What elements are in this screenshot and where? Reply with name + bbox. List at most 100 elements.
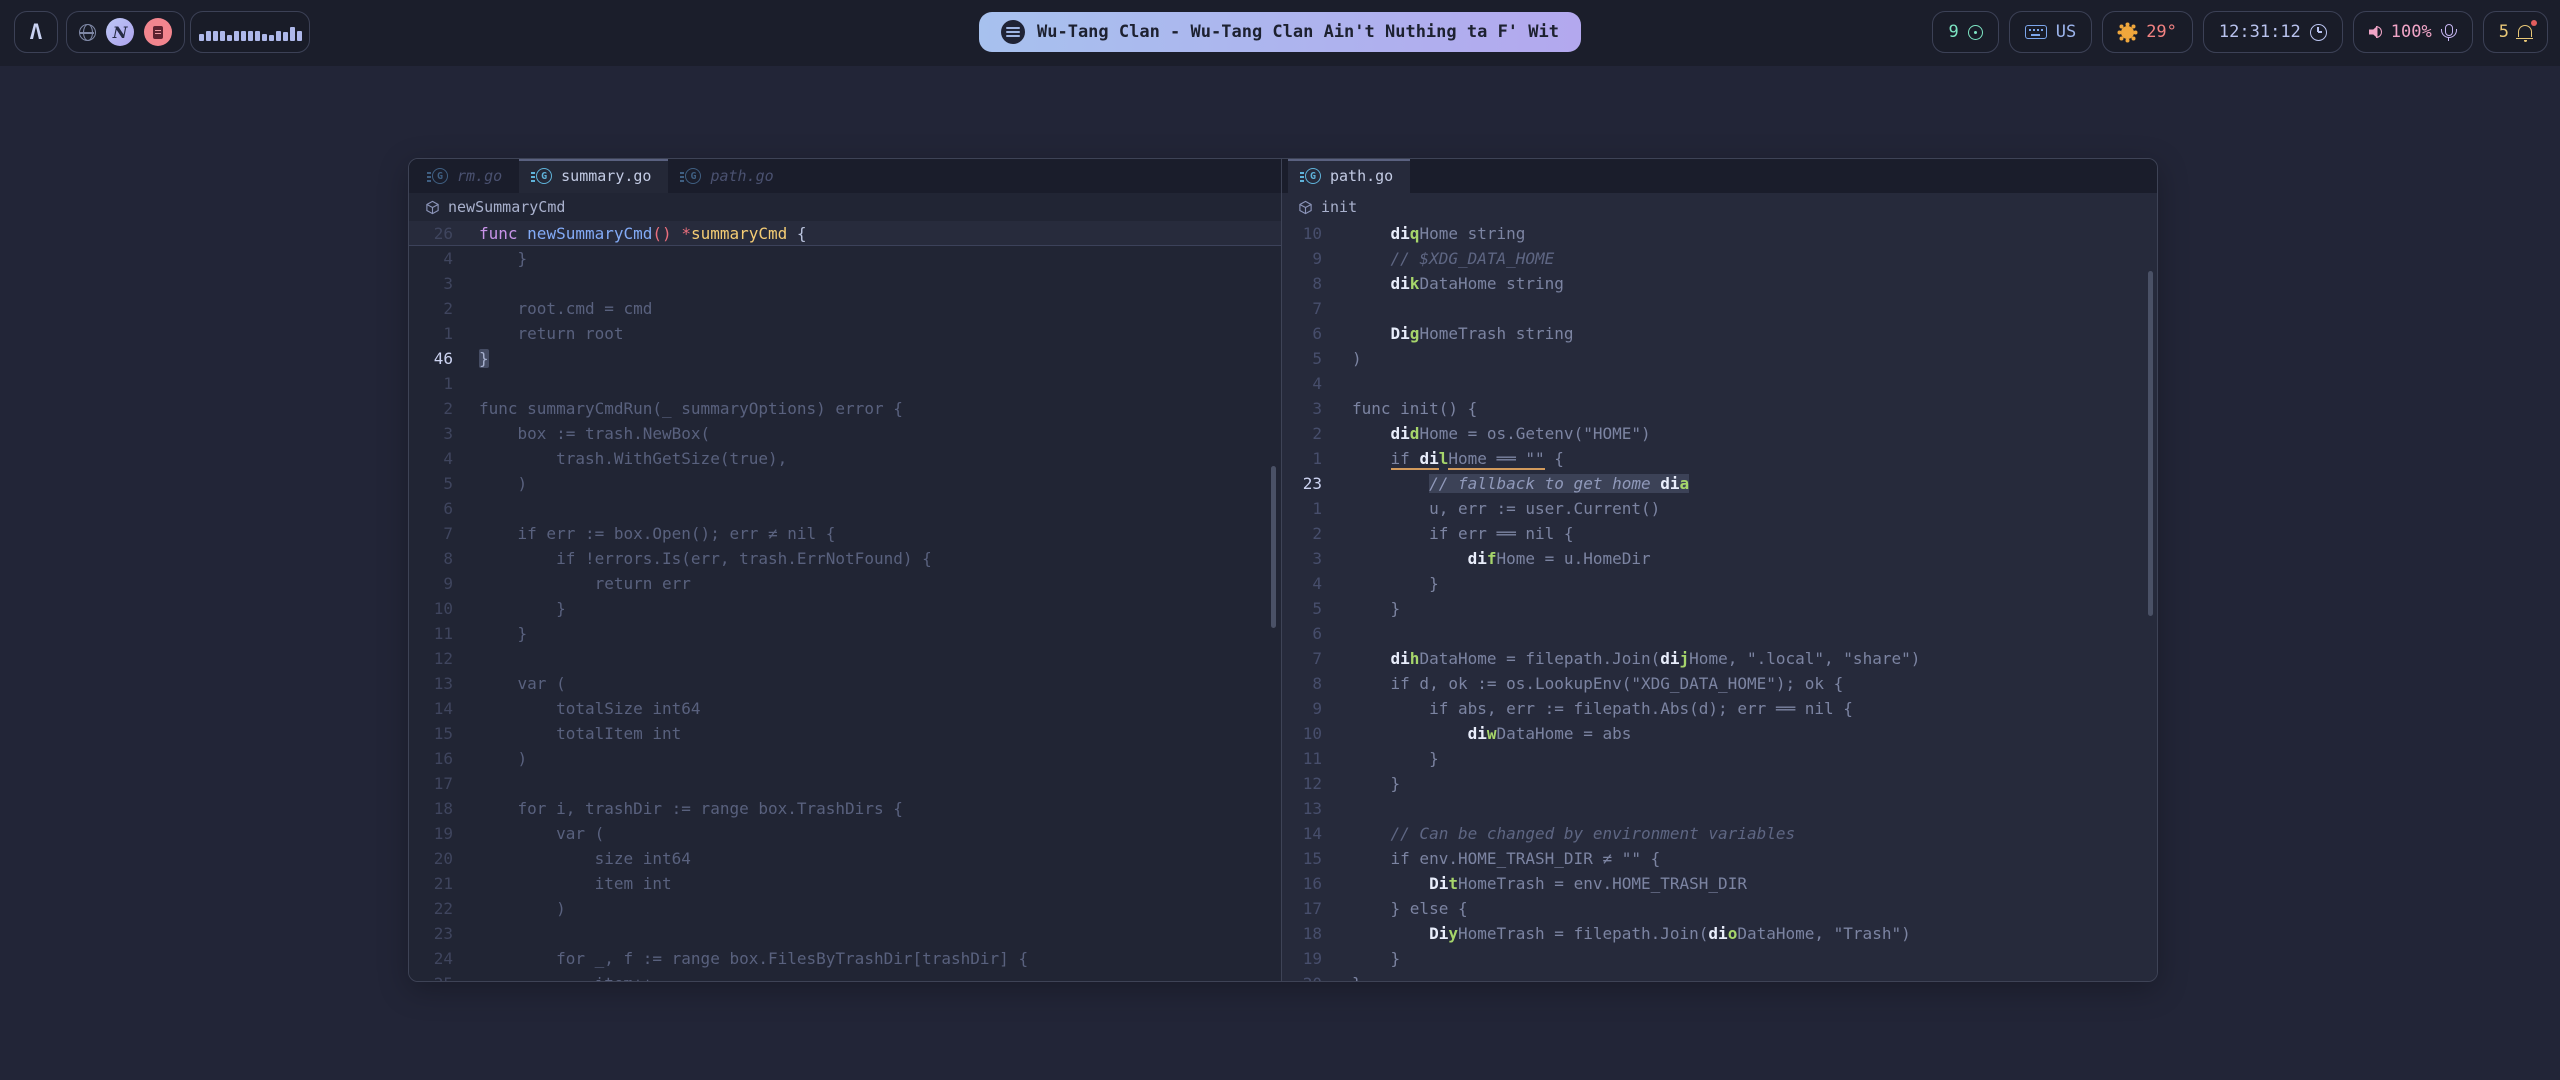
audio-visualizer-module[interactable] <box>190 11 310 53</box>
right-breadcrumb[interactable]: init <box>1282 193 2157 221</box>
code-line[interactable]: 19 } <box>1282 946 2157 971</box>
code-line[interactable]: 2 if err ══ nil { <box>1282 521 2157 546</box>
code-line[interactable]: 3 <box>409 271 1281 296</box>
notion-tray-icon[interactable]: N <box>106 18 134 46</box>
code-line[interactable]: 11 } <box>1282 746 2157 771</box>
code-line[interactable]: 14 // Can be changed by environment vari… <box>1282 821 2157 846</box>
code-line[interactable]: 17 } else { <box>1282 896 2157 921</box>
code-text: item++ <box>479 971 652 981</box>
workspace-module[interactable]: 9 <box>1932 11 1998 53</box>
spotify-icon <box>1001 20 1025 44</box>
code-line[interactable]: 20 size int64 <box>409 846 1281 871</box>
line-number: 10 <box>409 599 453 618</box>
code-line[interactable]: 8 if !errors.Is(err, trash.ErrNotFound) … <box>409 546 1281 571</box>
code-line[interactable]: 5 ) <box>409 471 1281 496</box>
globe-tray-icon[interactable] <box>79 24 96 41</box>
code-line[interactable]: 2func summaryCmdRun(_ summaryOptions) er… <box>409 396 1281 421</box>
code-line[interactable]: 23 <box>409 921 1281 946</box>
notifications-module[interactable]: 5 <box>2483 11 2548 53</box>
code-line[interactable]: 20} <box>1282 971 2157 981</box>
code-segment: func init() { <box>1352 399 1477 418</box>
code-line[interactable]: 2 didHome = os.Getenv("HOME") <box>1282 421 2157 446</box>
code-line[interactable]: 4 trash.WithGetSize(true), <box>409 446 1281 471</box>
code-text: } <box>1352 771 1400 796</box>
code-line[interactable]: 6 <box>409 496 1281 521</box>
code-line[interactable]: 14 totalSize int64 <box>409 696 1281 721</box>
code-line[interactable]: 2 root.cmd = cmd <box>409 296 1281 321</box>
audio-module[interactable]: 100% <box>2353 11 2473 53</box>
code-line[interactable]: 12 } <box>1282 771 2157 796</box>
tab-path.go[interactable]: Gpath.go <box>1288 159 1410 193</box>
line-number: 20 <box>1282 974 1322 981</box>
code-line[interactable]: 9 if abs, err := filepath.Abs(d); err ══… <box>1282 696 2157 721</box>
code-line[interactable]: 12 <box>409 646 1281 671</box>
code-line[interactable]: 13 var ( <box>409 671 1281 696</box>
left-pane-scrollbar[interactable] <box>1271 466 1276 628</box>
code-line[interactable]: 6 DigHomeTrash string <box>1282 321 2157 346</box>
right-code-area[interactable]: 10 diqHome string9 // $XDG_DATA_HOME8 di… <box>1282 221 2157 981</box>
tab-path.go[interactable]: Gpath.go <box>668 159 790 193</box>
code-line[interactable]: 6 <box>1282 621 2157 646</box>
code-line[interactable]: 10 } <box>409 596 1281 621</box>
code-line[interactable]: 16 ) <box>409 746 1281 771</box>
code-line[interactable]: 1 u, err := user.Current() <box>1282 496 2157 521</box>
code-line[interactable]: 4 } <box>409 246 1281 271</box>
right-pane-scrollbar[interactable] <box>2148 271 2153 616</box>
code-line[interactable]: 1 return root <box>409 321 1281 346</box>
code-line[interactable]: 3 difHome = u.HomeDir <box>1282 546 2157 571</box>
code-line[interactable]: 15 if env.HOME_TRASH_DIR ≠ "" { <box>1282 846 2157 871</box>
left-code-area[interactable]: 26func newSummaryCmd() *summaryCmd {4 }3… <box>409 221 1281 981</box>
line-number: 12 <box>409 649 453 668</box>
code-line[interactable]: 9 return err <box>409 571 1281 596</box>
code-line[interactable]: 7 <box>1282 296 2157 321</box>
tab-summary.go[interactable]: Gsummary.go <box>519 159 668 193</box>
code-line[interactable]: 1 if dilHome ══ "" { <box>1282 446 2157 471</box>
weather-module[interactable]: 29° <box>2102 11 2193 53</box>
code-line[interactable]: 4 } <box>1282 571 2157 596</box>
current-code-line[interactable]: 46} <box>409 346 1281 371</box>
code-segment: // Can be changed by environment variabl… <box>1352 824 1795 843</box>
code-line[interactable]: 1 <box>409 371 1281 396</box>
code-segment <box>1352 924 1429 943</box>
now-playing-pill[interactable]: Wu-Tang Clan - Wu-Tang Clan Ain't Nuthin… <box>979 12 1581 52</box>
code-line[interactable]: 5) <box>1282 346 2157 371</box>
code-line[interactable]: 5 } <box>1282 596 2157 621</box>
code-line[interactable]: 18 for i, trashDir := range box.TrashDir… <box>409 796 1281 821</box>
code-line[interactable]: 10 diqHome string <box>1282 221 2157 246</box>
app-launcher-button[interactable]: Λ <box>14 11 58 53</box>
code-line[interactable]: 25 item++ <box>409 971 1281 981</box>
code-segment <box>1352 549 1468 568</box>
code-line[interactable]: 21 item int <box>409 871 1281 896</box>
document-tray-icon[interactable] <box>144 18 172 46</box>
keyboard-layout-module[interactable]: US <box>2009 11 2092 53</box>
code-line[interactable]: 9 // $XDG_DATA_HOME <box>1282 246 2157 271</box>
sticky-context-line[interactable]: 26func newSummaryCmd() *summaryCmd { <box>409 221 1281 246</box>
line-number: 22 <box>409 899 453 918</box>
code-line[interactable]: 10 diwDataHome = abs <box>1282 721 2157 746</box>
code-line[interactable]: 19 var ( <box>409 821 1281 846</box>
left-breadcrumb[interactable]: newSummaryCmd <box>409 193 1281 221</box>
code-line[interactable]: 17 <box>409 771 1281 796</box>
code-text: ) <box>479 746 527 771</box>
tab-rm.go[interactable]: Grm.go <box>415 159 519 193</box>
code-line[interactable]: 7 if err := box.Open(); err ≠ nil { <box>409 521 1281 546</box>
code-line[interactable]: 4 <box>1282 371 2157 396</box>
code-segment <box>1352 224 1391 243</box>
code-line[interactable]: 7 dihDataHome = filepath.Join(dijHome, "… <box>1282 646 2157 671</box>
code-line[interactable]: 13 <box>1282 796 2157 821</box>
current-code-line[interactable]: 23 // fallback to get home dia <box>1282 471 2157 496</box>
code-line[interactable]: 22 ) <box>409 896 1281 921</box>
code-line[interactable]: 3func init() { <box>1282 396 2157 421</box>
code-line[interactable]: 16 DitHomeTrash = env.HOME_TRASH_DIR <box>1282 871 2157 896</box>
code-line[interactable]: 24 for _, f := range box.FilesByTrashDir… <box>409 946 1281 971</box>
code-line[interactable]: 8 if d, ok := os.LookupEnv("XDG_DATA_HOM… <box>1282 671 2157 696</box>
code-line[interactable]: 15 totalItem int <box>409 721 1281 746</box>
code-line[interactable]: 18 DiyHomeTrash = filepath.Join(dioDataH… <box>1282 921 2157 946</box>
clock-module[interactable]: 12:31:12 <box>2203 11 2343 53</box>
line-number: 19 <box>409 824 453 843</box>
code-line[interactable]: 3 box := trash.NewBox( <box>409 421 1281 446</box>
code-line[interactable]: 8 dikDataHome string <box>1282 271 2157 296</box>
code-line[interactable]: 11 } <box>409 621 1281 646</box>
code-segment: if env.HOME_TRASH_DIR ≠ "" { <box>1352 849 1660 868</box>
code-segment: trash.WithGetSize(true), <box>479 449 787 468</box>
